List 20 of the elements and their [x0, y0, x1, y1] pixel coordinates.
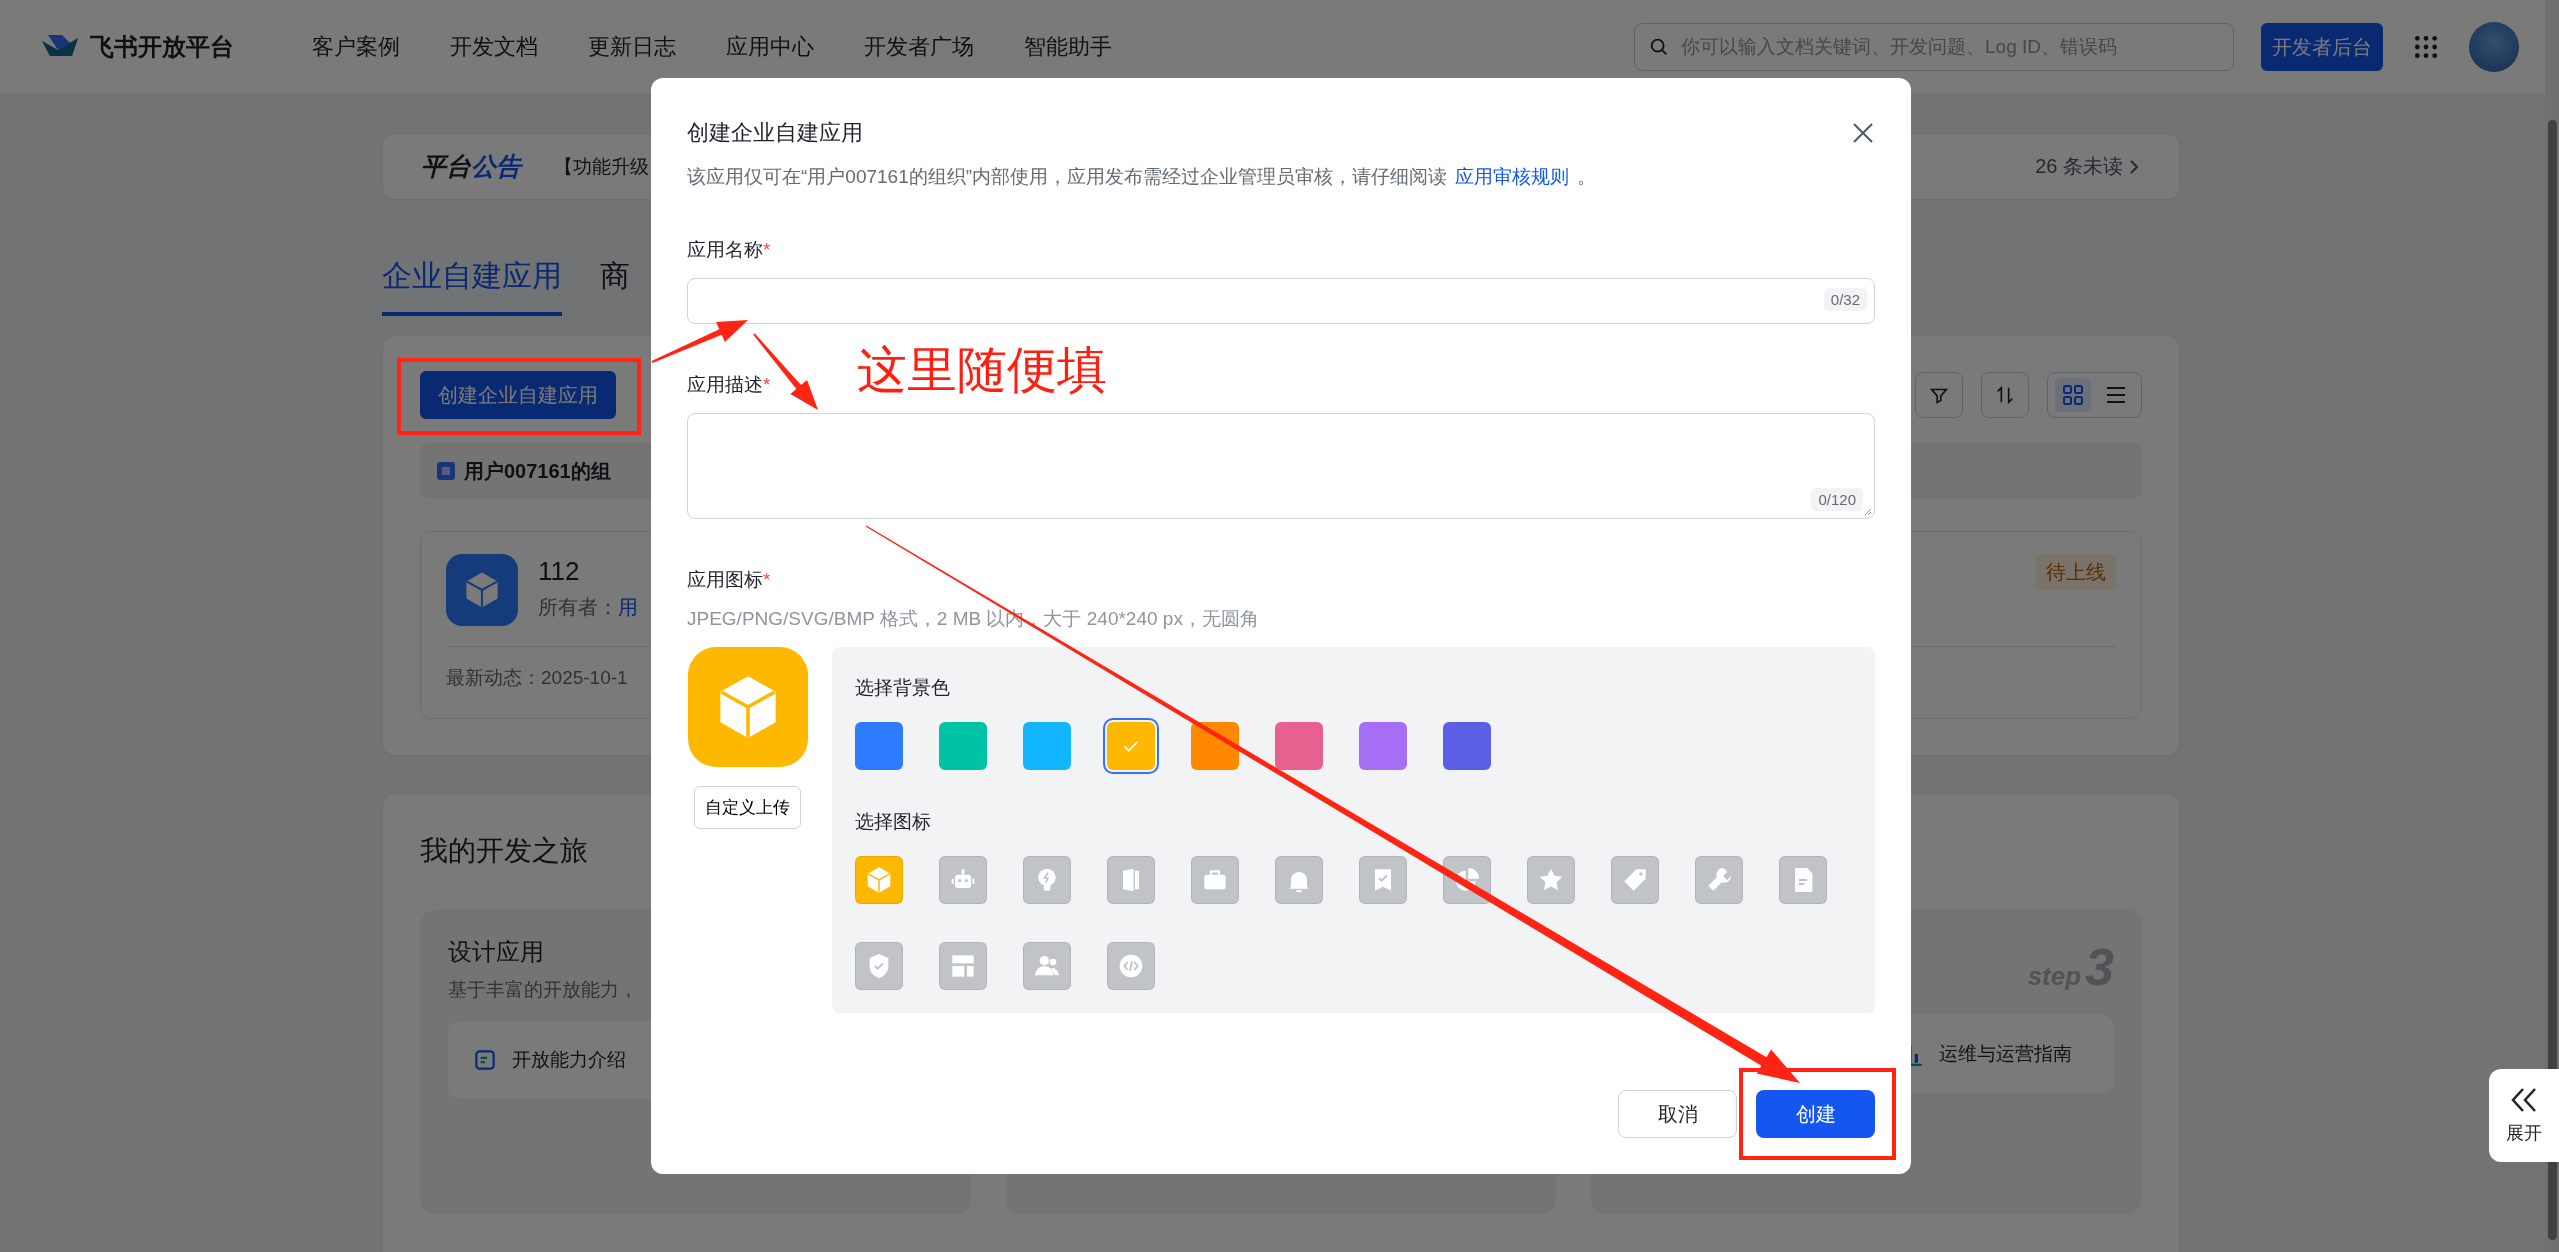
field-label: 应用描述* [687, 373, 772, 397]
activity-text: 最新动态：2025-10-1 [446, 666, 628, 690]
step-description: 基于丰富的开放能力， [448, 978, 638, 1002]
app-name: 112 [538, 555, 581, 588]
logo-text: 飞书开放平台 [90, 32, 234, 62]
announcement-title: 平台公告 [421, 151, 521, 182]
organization-name: 用户007161的组 [464, 458, 611, 484]
field-label: 应用图标* [687, 568, 772, 592]
step-title: 设计应用 [448, 937, 544, 967]
field-label: 应用名称* [687, 238, 772, 262]
dialog-title: 创建企业自建应用 [687, 119, 863, 147]
picker-title: 选择背景色 [855, 676, 951, 700]
character-counter: 0/120 [1811, 488, 1863, 511]
owner-label: 所有者： [538, 596, 618, 618]
section-title: 我的开发之旅 [420, 834, 589, 868]
annotation-text: 这里随便填 [857, 341, 1107, 400]
status-tag: 待上线 [2036, 554, 2116, 591]
dialog-description: 该应用仅可在“用户007161的组织”内部使用，应用发布需经过企业管理员审核，请仔细阅读 应用审核规则 。 [687, 165, 1598, 189]
picker-title: 选择图标 [855, 810, 932, 834]
character-counter: 0/32 [1823, 288, 1867, 311]
